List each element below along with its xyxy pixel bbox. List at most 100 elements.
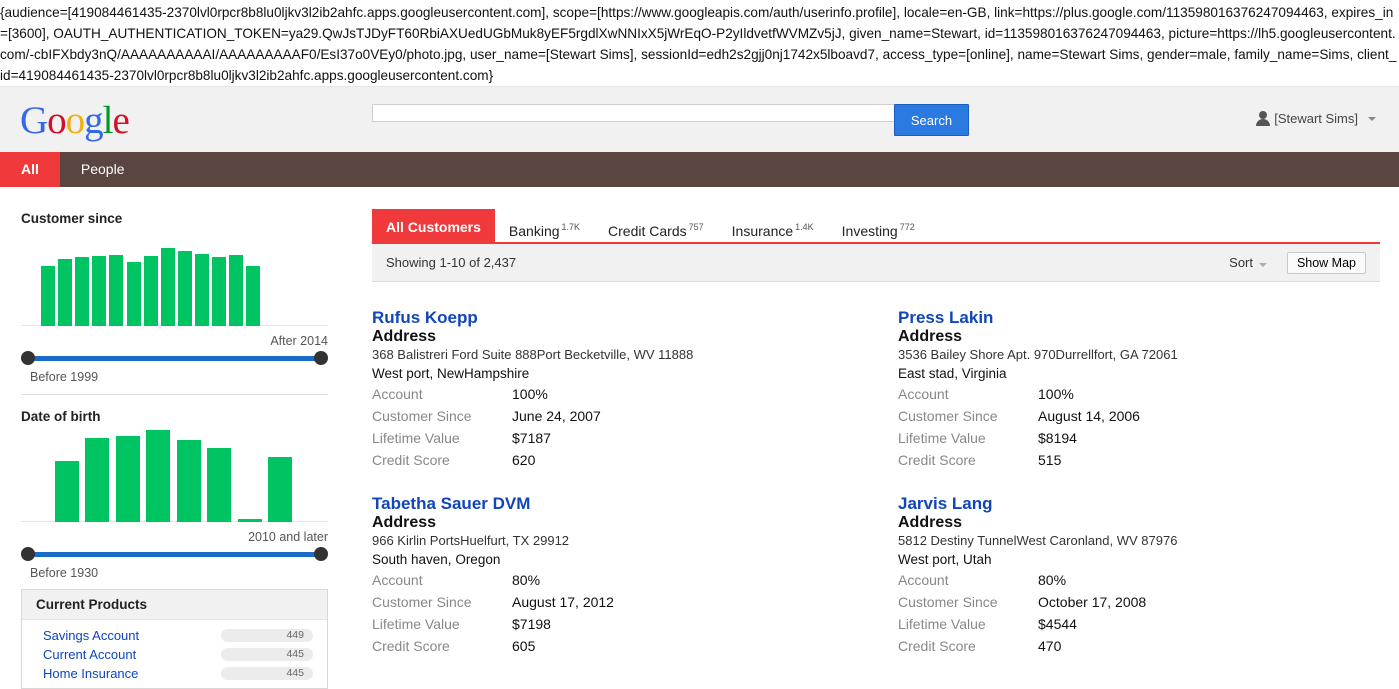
product-link[interactable]: Home Insurance (43, 666, 138, 681)
histogram-bar[interactable] (229, 254, 244, 326)
sidebar: Customer since After 2014 Before 1999 Da… (21, 187, 328, 580)
user-name-label: [Stewart Sims] (1274, 111, 1358, 126)
results-main: All Customers Banking 1.7K Credit Cards 75… (372, 209, 1380, 282)
customer-name-link[interactable]: Jarvis Lang (898, 494, 1368, 514)
list-item: Savings Account 449 (22, 626, 327, 645)
field-value: 80% (512, 572, 541, 588)
histogram-bar[interactable] (177, 251, 192, 326)
histogram-bar[interactable] (109, 254, 124, 326)
field-value: August 17, 2012 (512, 594, 614, 610)
logo-letter: G (20, 99, 48, 142)
field-value: $8194 (1038, 430, 1077, 446)
field-value: October 17, 2008 (1038, 594, 1147, 610)
field-value: $7198 (512, 616, 551, 632)
user-menu[interactable]: [Stewart Sims] (1256, 111, 1376, 126)
product-link[interactable]: Savings Account (43, 628, 139, 643)
range-min-label: Before 1999 (30, 370, 99, 384)
histogram-bar[interactable] (41, 266, 55, 326)
nav-item-people[interactable]: People (60, 152, 146, 187)
google-logo[interactable]: Google (20, 99, 130, 143)
count-badge: 445 (221, 667, 313, 680)
search-input[interactable] (372, 104, 895, 122)
histogram-bar[interactable] (75, 256, 90, 326)
field-label: Credit Score (372, 638, 450, 654)
field-value: 470 (1038, 638, 1062, 654)
range-slider[interactable] (21, 546, 328, 562)
histogram-bar[interactable] (237, 519, 262, 522)
field-label: Lifetime Value (898, 430, 986, 446)
field-lifetime-value: Lifetime Value $8194 (898, 427, 1368, 449)
nav-bar: All People (0, 152, 1399, 187)
results-count: Showing 1-10 of 2,437 (386, 255, 517, 270)
field-credit-score: Credit Score 470 (898, 635, 1368, 657)
histogram-bar[interactable] (268, 456, 292, 522)
slider-max-handle[interactable] (314, 547, 328, 561)
address-line-1: 3536 Bailey Shore Apt. 970Durrellfort, G… (898, 347, 1178, 362)
sort-label: Sort (1229, 255, 1253, 270)
list-item: Current Account 445 (22, 645, 327, 664)
customer-card: Tabetha Sauer DVM Address 966 Kirlin Ports… (372, 494, 842, 657)
field-label: Account (372, 572, 423, 588)
address-line-1: 966 Kirlin PortsHuelfurt, TX 29912 (372, 533, 570, 548)
histogram-bar[interactable] (160, 248, 175, 326)
field-label: Customer Since (898, 594, 998, 610)
facet-customer-since: Customer since After 2014 Before 1999 (21, 187, 328, 395)
field-value: 100% (512, 386, 548, 402)
field-credit-score: Credit Score 605 (372, 635, 842, 657)
field-label: Lifetime Value (898, 616, 986, 632)
slider-min-handle[interactable] (21, 351, 35, 365)
histogram-bar[interactable] (92, 255, 107, 326)
field-label: Customer Since (372, 408, 472, 424)
customer-name-link[interactable]: Rufus Koepp (372, 308, 842, 328)
address-line-2: West port, Utah (898, 552, 992, 567)
histogram-bar[interactable] (207, 448, 231, 522)
slider-track (28, 552, 321, 557)
current-products-panel: Current Products Savings Account 449 Cur… (21, 589, 328, 689)
histogram-bar[interactable] (212, 256, 226, 326)
histogram (21, 230, 328, 326)
field-label: Credit Score (898, 638, 976, 654)
field-customer-since: Customer Since October 17, 2008 (898, 591, 1368, 613)
histogram-bar[interactable] (126, 261, 141, 326)
customer-name-link[interactable]: Tabetha Sauer DVM (372, 494, 842, 514)
tab-all-customers[interactable]: All Customers (372, 209, 495, 242)
search-button[interactable]: Search (894, 104, 969, 136)
slider-min-handle[interactable] (21, 547, 35, 561)
address-heading: Address (372, 328, 437, 345)
header-bar: Google Search [Stewart Sims] (0, 86, 1399, 152)
field-label: Account (898, 386, 949, 402)
tab-credit-cards[interactable]: Credit Cards 757 (594, 209, 718, 242)
tab-count: 1.7K (561, 222, 581, 232)
histogram-bar[interactable] (246, 266, 261, 326)
histogram-bar[interactable] (194, 254, 209, 326)
nav-item-all[interactable]: All (0, 152, 60, 187)
logo-letter: o (47, 99, 66, 142)
range-min-label: Before 1930 (30, 566, 99, 580)
histogram-bar[interactable] (176, 440, 201, 522)
tab-insurance[interactable]: Insurance 1.4K (718, 209, 828, 242)
field-value: 605 (512, 638, 536, 654)
histogram-bar[interactable] (54, 461, 79, 522)
tab-investing[interactable]: Investing 772 (828, 209, 929, 242)
product-link[interactable]: Current Account (43, 647, 136, 662)
histogram-bar[interactable] (143, 255, 158, 326)
histogram-bar[interactable] (146, 430, 170, 522)
field-value: June 24, 2007 (512, 408, 601, 424)
range-slider[interactable] (21, 350, 328, 366)
field-account: Account 80% (372, 569, 842, 591)
field-label: Account (372, 386, 423, 402)
sort-dropdown[interactable]: Sort (1229, 244, 1267, 282)
customer-name-link[interactable]: Press Lakin (898, 308, 1368, 328)
histogram-bar[interactable] (58, 258, 73, 326)
tab-banking[interactable]: Banking 1.7K (495, 209, 594, 242)
histogram-bar[interactable] (115, 436, 140, 522)
tab-label: Banking (508, 223, 560, 239)
address-line-1: 368 Balistreri Ford Suite 888Port Becket… (372, 347, 694, 362)
histogram-bar[interactable] (85, 438, 109, 522)
range-max-label: 2010 and later (248, 530, 328, 544)
show-map-button[interactable]: Show Map (1286, 252, 1366, 274)
slider-max-handle[interactable] (314, 351, 328, 365)
logo-letter: l (102, 99, 114, 142)
user-icon (1256, 111, 1271, 126)
debug-output-text: {audience=[419084461435-2370lvl0rpcr8b8l… (0, 5, 1397, 83)
